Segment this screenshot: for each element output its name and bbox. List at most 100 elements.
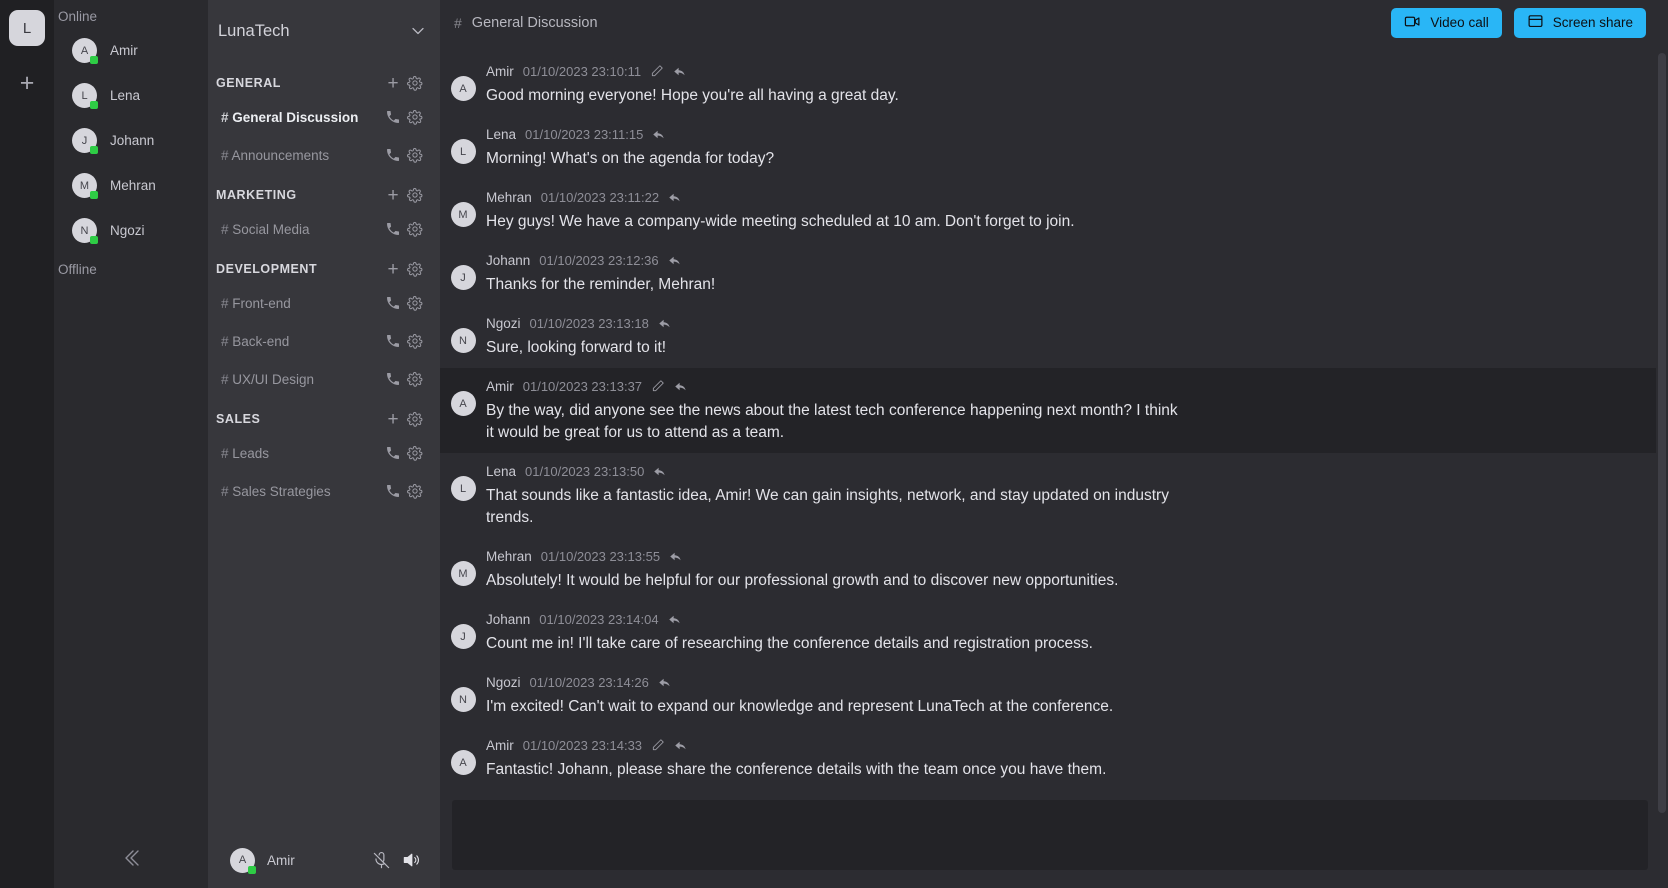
channel-category[interactable]: DEVELOPMENT + <box>208 254 440 284</box>
message-item[interactable]: L Lena 01/10/2023 23:13:50 That sounds like… <box>440 453 1668 538</box>
avatar-initial: A <box>459 756 467 769</box>
gear-icon[interactable] <box>404 261 426 277</box>
add-channel-icon[interactable]: + <box>382 260 404 279</box>
phone-icon[interactable] <box>382 333 404 349</box>
microphone-muted-icon[interactable] <box>366 851 396 870</box>
phone-icon[interactable] <box>382 483 404 499</box>
channel-name: # Announcements <box>221 147 330 163</box>
reply-arrow-icon[interactable] <box>658 316 673 331</box>
message-text: I'm excited! Can't wait to expand our kn… <box>486 698 1114 715</box>
online-status-dot <box>90 191 98 199</box>
avatar-initial: N <box>80 224 89 237</box>
speaker-on-icon[interactable] <box>396 850 426 870</box>
message-item[interactable]: J Johann 01/10/2023 23:14:04 Count me in! I… <box>440 601 1668 664</box>
channel-category[interactable]: SALES + <box>208 404 440 434</box>
hash-icon: # <box>221 445 229 461</box>
video-call-button[interactable]: Video call <box>1391 7 1502 38</box>
phone-icon[interactable] <box>382 221 404 237</box>
add-channel-icon[interactable]: + <box>382 410 404 429</box>
gear-icon[interactable] <box>404 147 426 163</box>
channel-item-front-end[interactable]: # Front-end <box>208 284 440 322</box>
message-scrollbar-thumb[interactable] <box>1658 53 1666 813</box>
avatar: J <box>440 610 486 655</box>
avatar[interactable]: A <box>230 847 256 874</box>
message-scrollbar[interactable] <box>1656 45 1668 888</box>
hash-icon: # <box>221 483 229 499</box>
pencil-icon[interactable] <box>650 64 664 78</box>
add-channel-icon[interactable]: + <box>382 74 404 93</box>
gear-icon[interactable] <box>404 187 426 203</box>
chevron-down-icon[interactable] <box>408 21 428 41</box>
server-header[interactable]: LunaTech <box>208 0 440 62</box>
gear-icon[interactable] <box>404 445 426 461</box>
message-item[interactable]: J Johann 01/10/2023 23:12:36 Thanks for the… <box>440 242 1668 305</box>
channel-item-ux-ui-design[interactable]: # UX/UI Design <box>208 360 440 398</box>
message-item[interactable]: N Ngozi 01/10/2023 23:13:18 Sure, looking f… <box>440 305 1668 368</box>
channel-item-leads[interactable]: # Leads <box>208 434 440 472</box>
add-server-button[interactable]: + <box>12 68 42 98</box>
message-item[interactable]: M Mehran 01/10/2023 23:11:22 Hey guys! We h… <box>440 179 1668 242</box>
gear-icon[interactable] <box>404 483 426 499</box>
member-item[interactable]: N Ngozi <box>54 208 208 253</box>
hash-icon: # <box>221 371 229 387</box>
reply-arrow-icon[interactable] <box>673 64 688 79</box>
reply-arrow-icon[interactable] <box>658 675 673 690</box>
message-item[interactable]: A Amir 01/10/2023 23:14:33 Fantastic! Johan… <box>440 727 1668 784</box>
gear-icon[interactable] <box>404 109 426 125</box>
member-item[interactable]: A Amir <box>54 28 208 73</box>
channel-category[interactable]: MARKETING + <box>208 180 440 210</box>
reply-arrow-icon[interactable] <box>668 253 683 268</box>
channel-category[interactable]: GENERAL + <box>208 68 440 98</box>
reply-arrow-icon[interactable] <box>668 612 683 627</box>
member-name: Ngozi <box>110 223 145 238</box>
member-item[interactable]: M Mehran <box>54 163 208 208</box>
message-body: Amir 01/10/2023 23:10:11 Good morning ever… <box>486 62 1644 107</box>
server-logo-lunatech[interactable]: L <box>9 10 45 46</box>
gear-icon[interactable] <box>404 75 426 91</box>
pencil-icon[interactable] <box>651 738 665 752</box>
avatar-initial: M <box>79 179 90 192</box>
channel-name: # General Discussion <box>221 109 359 125</box>
channel-item-sales-strategies[interactable]: # Sales Strategies <box>208 472 440 510</box>
message-text: Hey guys! We have a company-wide meeting… <box>486 213 1075 230</box>
channel-item-general-discussion[interactable]: # General Discussion <box>208 98 440 136</box>
gear-icon[interactable] <box>404 371 426 387</box>
hash-icon: # <box>221 333 229 349</box>
reply-arrow-icon[interactable] <box>653 464 668 479</box>
message-timestamp: 01/10/2023 23:14:33 <box>522 737 643 753</box>
message-item[interactable]: A Amir 01/10/2023 23:13:37 By the way, did … <box>440 368 1668 453</box>
reply-arrow-icon[interactable] <box>652 127 667 142</box>
phone-icon[interactable] <box>382 371 404 387</box>
member-item[interactable]: J Johann <box>54 118 208 163</box>
reply-arrow-icon[interactable] <box>674 738 689 753</box>
pencil-icon[interactable] <box>651 379 665 393</box>
message-item[interactable]: L Lena 01/10/2023 23:11:15 Morning! What's … <box>440 116 1668 179</box>
reply-arrow-icon[interactable] <box>668 190 683 205</box>
channel-item-social-media[interactable]: # Social Media <box>208 210 440 248</box>
phone-icon[interactable] <box>382 109 404 125</box>
channel-item-announcements[interactable]: # Announcements <box>208 136 440 174</box>
phone-icon[interactable] <box>382 147 404 163</box>
message-item[interactable]: A Amir 01/10/2023 23:10:11 Good morning eve… <box>440 53 1668 116</box>
add-channel-icon[interactable]: + <box>382 186 404 205</box>
gear-icon[interactable] <box>404 295 426 311</box>
gear-icon[interactable] <box>404 411 426 427</box>
gear-icon[interactable] <box>404 333 426 349</box>
reply-arrow-icon[interactable] <box>674 379 689 394</box>
phone-icon[interactable] <box>382 445 404 461</box>
gear-icon[interactable] <box>404 221 426 237</box>
reply-arrow-icon[interactable] <box>669 549 684 564</box>
message-item[interactable]: N Ngozi 01/10/2023 23:14:26 I'm excited! Ca… <box>440 664 1668 727</box>
message-meta: Ngozi 01/10/2023 23:14:26 <box>486 673 1644 691</box>
screen-share-icon <box>1527 13 1544 33</box>
message-item[interactable]: M Mehran 01/10/2023 23:13:55 Absolutely! It… <box>440 538 1668 601</box>
avatar-initial: L <box>81 89 88 102</box>
screen-share-button[interactable]: Screen share <box>1513 7 1646 38</box>
message-author: Mehran <box>486 548 532 564</box>
phone-icon[interactable] <box>382 295 404 311</box>
channel-item-back-end[interactable]: # Back-end <box>208 322 440 360</box>
plus-icon: + <box>19 68 35 97</box>
collapse-members-button[interactable] <box>54 832 208 888</box>
message-input[interactable] <box>452 800 1648 870</box>
member-item[interactable]: L Lena <box>54 73 208 118</box>
